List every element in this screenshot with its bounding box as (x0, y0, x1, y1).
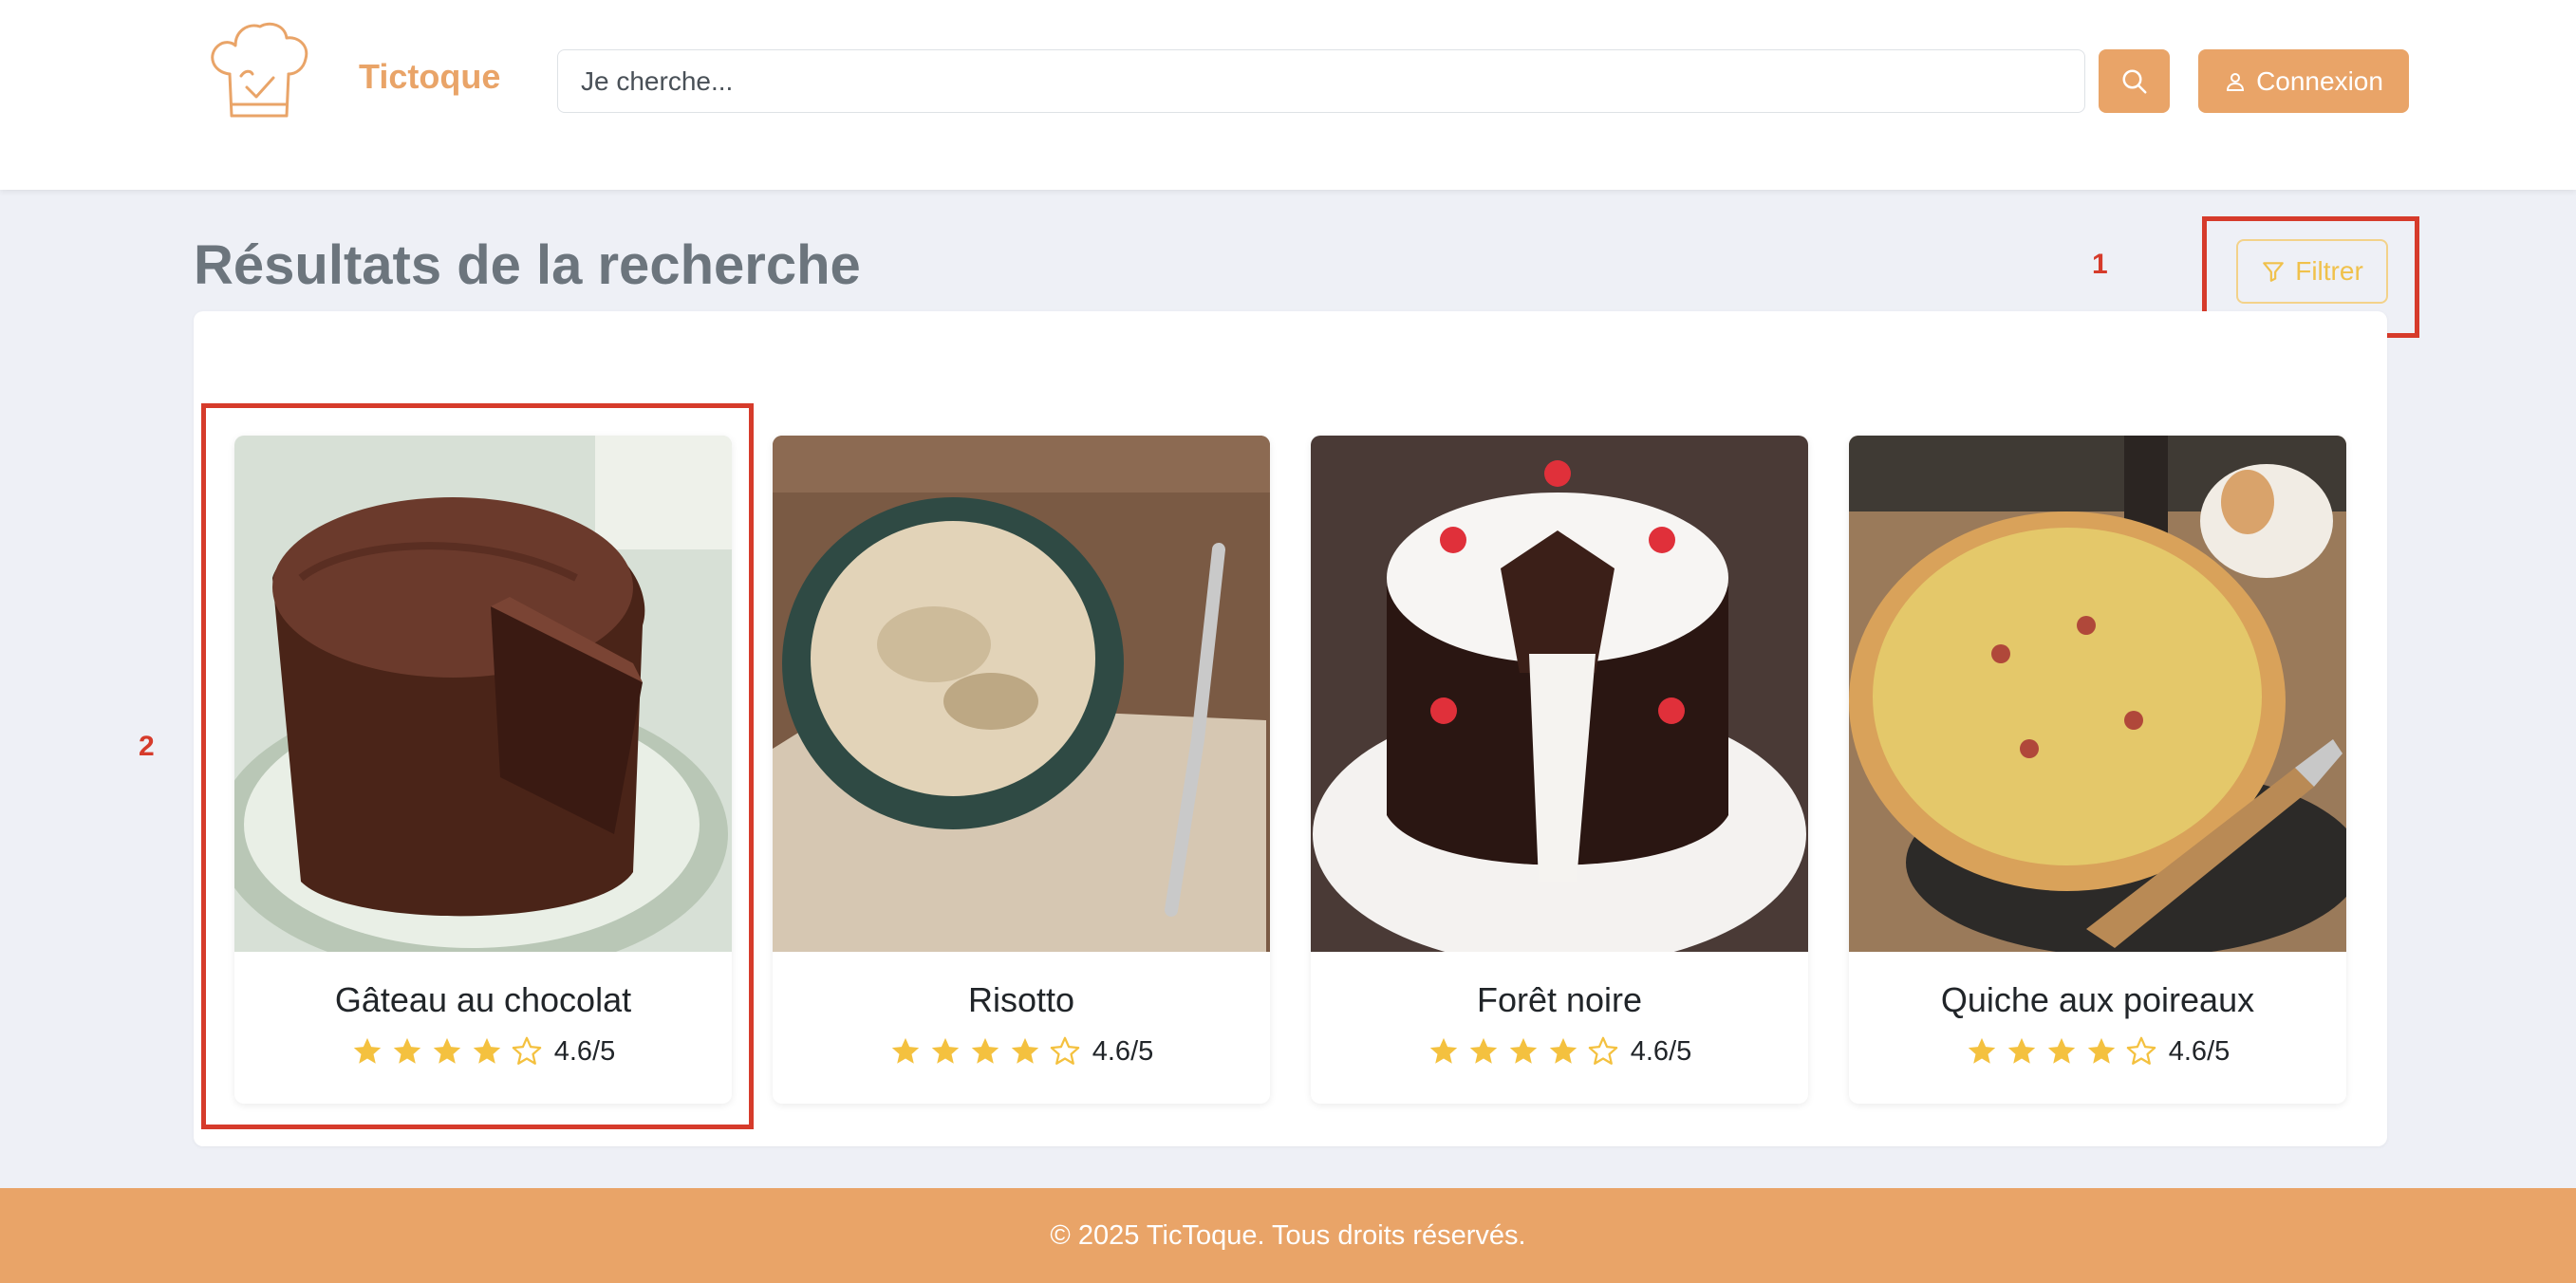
recipe-rating: 4.6/5 (1849, 1035, 2346, 1068)
brand-name[interactable]: Tictoque (359, 57, 500, 97)
star-empty-icon (1588, 1036, 1618, 1065)
star-filled-icon (1429, 1037, 1457, 1064)
filter-label: Filtrer (2295, 256, 2363, 286)
search-input[interactable] (557, 49, 2085, 113)
star-empty-icon (1050, 1036, 1080, 1065)
recipe-card[interactable]: Quiche aux poireaux 4.6/5 (1849, 436, 2346, 1104)
rating-value: 4.6/5 (1092, 1035, 1154, 1067)
star-filled-icon (2007, 1037, 2035, 1064)
search-button[interactable] (2099, 49, 2170, 113)
user-icon (2227, 72, 2245, 91)
black-forest-cake-image (1311, 436, 1808, 952)
site-footer: © 2025 TicToque. Tous droits réservés. (0, 1188, 2576, 1283)
recipe-rating: 4.6/5 (1311, 1035, 1808, 1068)
recipe-title: Quiche aux poireaux (1940, 980, 2255, 1019)
star-filled-icon (1469, 1037, 1497, 1064)
annotation-label-2: 2 (139, 731, 155, 762)
recipe-title: Risotto (967, 980, 1075, 1019)
star-filled-icon (1011, 1037, 1038, 1064)
star-filled-icon (1509, 1037, 1537, 1064)
star-filled-icon (1968, 1037, 1995, 1064)
annotation-label-1: 1 (2092, 249, 2108, 280)
star-empty-icon (2126, 1036, 2156, 1065)
recipe-card[interactable]: Risotto 4.6/5 (773, 436, 1270, 1104)
chef-hat-logo-icon[interactable] (203, 17, 315, 123)
filter-button[interactable]: Filtrer (2236, 239, 2388, 304)
annotation-box-first-card (201, 403, 754, 1129)
site-header: Tictoque Connexion (0, 0, 2576, 190)
rating-value: 4.6/5 (2168, 1035, 2231, 1067)
recipe-card[interactable]: Forêt noire 4.6/5 (1311, 436, 1808, 1104)
star-filled-icon (2087, 1037, 2115, 1064)
star-filled-icon (2047, 1037, 2075, 1064)
star-filled-icon (971, 1037, 999, 1064)
recipe-title: Forêt noire (1476, 980, 1643, 1019)
star-filled-icon (1549, 1037, 1577, 1064)
risotto-bowl-image (773, 436, 1270, 952)
rating-value: 4.6/5 (1630, 1035, 1692, 1067)
footer-copyright: © 2025 TicToque. Tous droits réservés. (1050, 1219, 1526, 1251)
login-button[interactable]: Connexion (2198, 49, 2409, 113)
filter-funnel-icon (2263, 262, 2285, 282)
leek-quiche-image (1849, 436, 2346, 952)
star-filled-icon (891, 1037, 919, 1064)
page-title: Résultats de la recherche (194, 234, 861, 296)
search-icon (2122, 69, 2146, 93)
star-filled-icon (931, 1037, 959, 1064)
recipe-rating: 4.6/5 (773, 1035, 1270, 1068)
login-label: Connexion (2256, 65, 2383, 96)
